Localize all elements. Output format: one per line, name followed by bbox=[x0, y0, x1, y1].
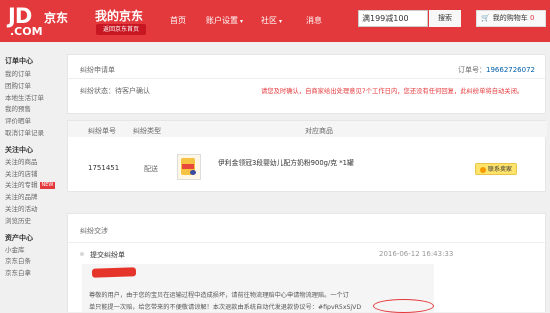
logo-com-text: .COM bbox=[10, 25, 43, 38]
cart-icon: 🛒 bbox=[481, 14, 490, 22]
col-product: 对应商品 bbox=[305, 127, 333, 135]
cart-label: 我的购物车 bbox=[492, 14, 528, 22]
dispute-id: 1751451 bbox=[88, 164, 120, 172]
sidebar-item[interactable]: 京东白拿 bbox=[5, 268, 58, 280]
cart-count: 0 bbox=[529, 14, 535, 22]
logo-cn-text: 京东 bbox=[44, 11, 69, 25]
order-number: 订单号：19662726072 bbox=[458, 65, 535, 75]
dispute-status-label: 纠纷状态： bbox=[80, 87, 115, 95]
product-name[interactable]: 伊利金领冠3段婴幼儿配方奶粉900g/克 *1罐 bbox=[218, 157, 354, 167]
new-badge: NEW bbox=[39, 181, 56, 189]
sidebar-item-label: 关注的专辑 bbox=[5, 181, 38, 190]
sidebar-section-title: 订单中心 bbox=[5, 57, 33, 65]
dispute-status: 纠纷状态：待客户确认 bbox=[80, 86, 150, 96]
can-label bbox=[182, 164, 194, 169]
chevron-down-icon: ▾ bbox=[279, 18, 283, 25]
dispute-exchange-panel: 纠纷交涉 提交纠纷单 2016-06-12 16:43:33 尊敬的用户，由于您… bbox=[67, 213, 546, 313]
fruit-decoration bbox=[190, 170, 196, 175]
dispute-table: 纠纷单号 纠纷类型 对应商品 1751451 配送 伊利金领冠3段婴幼儿配方奶粉… bbox=[67, 120, 547, 192]
message-text: 单只能提一次赔，给您带来的不便敬请谅解！本次退款由系统自动代发退款协议号： bbox=[89, 304, 318, 311]
sidebar-item[interactable]: 关注的店铺 bbox=[5, 169, 58, 181]
search-button[interactable]: 搜索 bbox=[429, 10, 461, 27]
order-number-value[interactable]: 19662726072 bbox=[486, 66, 535, 74]
divider bbox=[68, 78, 545, 79]
event-time: 2016-06-12 16:43:33 bbox=[379, 250, 454, 258]
chat-icon bbox=[479, 166, 486, 173]
event-label: 提交纠纷单 bbox=[90, 251, 125, 259]
contact-seller-label: 联系卖家 bbox=[487, 166, 512, 173]
nav-messages[interactable]: 消息 bbox=[306, 15, 322, 26]
divider bbox=[68, 242, 545, 243]
cart-button[interactable]: 🛒 我的购物车 0 bbox=[476, 10, 546, 27]
back-home-button[interactable]: 返回京东首页 bbox=[96, 24, 146, 35]
product-thumbnail[interactable] bbox=[177, 154, 201, 180]
sidebar-item[interactable]: 关注的商品 bbox=[5, 157, 58, 169]
timeline-dot bbox=[80, 252, 84, 256]
sidebar-item[interactable]: 我的订单 bbox=[5, 69, 58, 81]
nav-label: 社区 bbox=[261, 16, 277, 25]
sidebar-section-title: 资产中心 bbox=[5, 233, 33, 242]
chevron-down-icon: ▾ bbox=[240, 18, 244, 25]
dispute-notice: 请您及时确认，自商家给出处理意见7个工作日内，您还没有任何回复，此纠纷单将自动关… bbox=[261, 88, 524, 95]
dispute-heading: 纠纷申请单 bbox=[80, 66, 115, 74]
sidebar-item[interactable]: 小金库 bbox=[5, 245, 58, 257]
nav-label: 账户设置 bbox=[206, 16, 238, 25]
col-dispute-type: 纠纷类型 bbox=[133, 127, 161, 135]
sidebar-item[interactable]: 团购订单 bbox=[5, 81, 58, 93]
message-line-1: 尊敬的用户，由于您的宝贝在运输过程中造成损坏，请前往物流理赔中心申请物流理赔。一… bbox=[89, 292, 349, 299]
nav-home[interactable]: 首页 bbox=[170, 15, 186, 26]
page-title: 我的京东 bbox=[95, 9, 144, 23]
nav-label: 首页 bbox=[170, 16, 186, 25]
dispute-info-panel: 纠纷申请单 订单号：19662726072 纠纷状态：待客户确认 请您及时确认，… bbox=[67, 54, 546, 114]
contact-seller-button[interactable]: 联系卖家 bbox=[475, 163, 517, 175]
order-number-label: 订单号： bbox=[458, 66, 486, 74]
sidebar-item[interactable]: 浏览历史 bbox=[5, 216, 58, 228]
sidebar-item[interactable]: 取消订单记录 bbox=[5, 128, 58, 140]
sidebar-item[interactable]: 我的预售 bbox=[5, 104, 58, 116]
sidebar-item[interactable]: 本地生活订单 bbox=[5, 93, 58, 105]
sidebar-section-title: 关注中心 bbox=[5, 145, 33, 154]
nav-account-settings[interactable]: 账户设置 ▾ bbox=[206, 15, 243, 26]
sidebar: 订单中心 我的订单 团购订单 本地生活订单 我的预售 评价晒单 取消订单记录 关… bbox=[0, 50, 58, 280]
exchange-heading: 纠纷交涉 bbox=[80, 227, 108, 235]
search-input[interactable]: 满199减100 bbox=[358, 10, 428, 27]
sidebar-item[interactable]: 关注的活动 bbox=[5, 204, 58, 216]
dispute-status-value: 待客户确认 bbox=[115, 87, 150, 95]
redacted-name-mark bbox=[91, 267, 137, 278]
sidebar-item-albums[interactable]: 关注的专辑 NEW bbox=[5, 180, 58, 192]
col-dispute-id: 纠纷单号 bbox=[88, 127, 116, 135]
nav-label: 消息 bbox=[306, 16, 322, 25]
sidebar-item[interactable]: 京东白条 bbox=[5, 256, 58, 268]
refund-protocol-code: #fipvR5xSjVD bbox=[317, 304, 362, 311]
dispute-type: 配送 bbox=[144, 165, 158, 173]
jd-logo[interactable]: JD 京东 .COM bbox=[4, 3, 88, 39]
highlight-circle bbox=[373, 299, 434, 313]
nav-community[interactable]: 社区 ▾ bbox=[261, 15, 282, 26]
sidebar-item[interactable]: 评价晒单 bbox=[5, 116, 58, 128]
message-line-2: 单只能提一次赔，给您带来的不便敬请谅解！本次退款由系统自动代发退款协议号：#fi… bbox=[89, 302, 361, 311]
sidebar-item[interactable]: 关注的品牌 bbox=[5, 192, 58, 204]
top-header: JD 京东 .COM 我的京东 返回京东首页 首页 账户设置 ▾ 社区 ▾ 消息 满… bbox=[0, 0, 550, 42]
